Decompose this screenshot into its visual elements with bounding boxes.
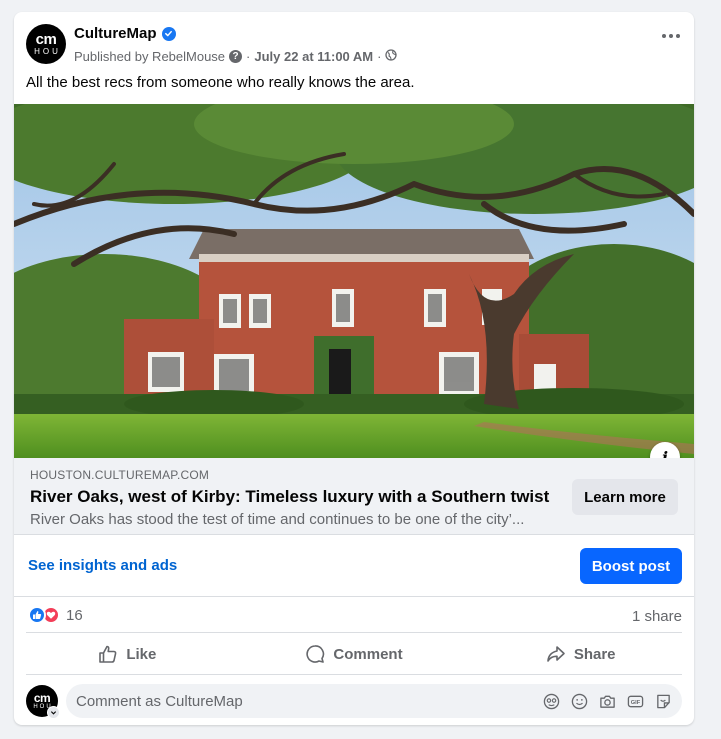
meta-separator: · [246, 49, 251, 64]
sticker-icon[interactable] [654, 692, 672, 710]
see-insights-link[interactable]: See insights and ads [28, 557, 177, 574]
post-text: All the best recs from someone who reall… [26, 74, 415, 91]
link-description: River Oaks has stood the test of time an… [30, 511, 525, 528]
meta-separator-2: · [377, 49, 382, 64]
reaction-count: 16 [66, 606, 83, 624]
gif-icon[interactable]: GIF [626, 692, 644, 710]
like-reaction-icon [28, 606, 46, 624]
divider [14, 596, 694, 597]
link-domain: HOUSTON.CULTUREMAP.COM [30, 468, 210, 482]
page-name-row: CultureMap [74, 25, 176, 42]
comment-label: Comment [333, 645, 403, 663]
verified-badge-icon [161, 26, 176, 41]
emoji-icon[interactable] [570, 692, 588, 710]
link-preview[interactable]: HOUSTON.CULTUREMAP.COM River Oaks, west … [14, 458, 694, 535]
action-bar: Like Comment Share [14, 634, 694, 674]
comment-input[interactable] [76, 684, 516, 718]
link-headline[interactable]: River Oaks, west of Kirby: Timeless luxu… [30, 487, 549, 507]
share-label: Share [573, 645, 616, 663]
comment-tools: GIF [542, 692, 672, 710]
comment-box: GIF [66, 684, 682, 718]
share-arrow-icon [547, 646, 565, 662]
more-options-icon[interactable] [662, 34, 680, 38]
thumbs-up-icon [99, 645, 117, 663]
post-date[interactable]: July 22 at 11:00 AM [254, 49, 373, 64]
learn-more-button[interactable]: Learn more [572, 479, 678, 515]
commenter-avatar-logo: cm [33, 691, 51, 705]
avatar-logo-subtext: HOU [34, 47, 61, 56]
reactions-summary[interactable]: 16 [28, 606, 83, 624]
svg-text:GIF: GIF [630, 700, 640, 706]
help-icon[interactable]: ? [229, 50, 243, 63]
post-card: cm HOU CultureMap Published by RebelMous… [14, 12, 694, 725]
post-meta: Published by RebelMouse ? · July 22 at 1… [74, 49, 398, 64]
page-avatar[interactable]: cm HOU [26, 24, 66, 64]
camera-icon[interactable] [598, 692, 616, 710]
share-count[interactable]: 1 share [632, 608, 682, 625]
avatar-logo-text: cm [35, 31, 57, 48]
globe-icon[interactable] [385, 49, 398, 64]
chevron-down-icon[interactable] [47, 706, 60, 719]
like-button[interactable]: Like [14, 634, 241, 674]
page-name[interactable]: CultureMap [74, 25, 157, 42]
comment-bubble-icon [306, 645, 325, 663]
comment-button[interactable]: Comment [241, 634, 468, 674]
divider [26, 632, 682, 633]
avatar-sticker-icon[interactable] [542, 692, 560, 710]
post-image[interactable] [14, 104, 694, 458]
published-by[interactable]: Published by RebelMouse [74, 49, 225, 64]
like-label: Like [126, 645, 157, 663]
boost-post-button[interactable]: Boost post [580, 548, 682, 584]
share-button[interactable]: Share [467, 634, 694, 674]
divider [26, 674, 682, 675]
